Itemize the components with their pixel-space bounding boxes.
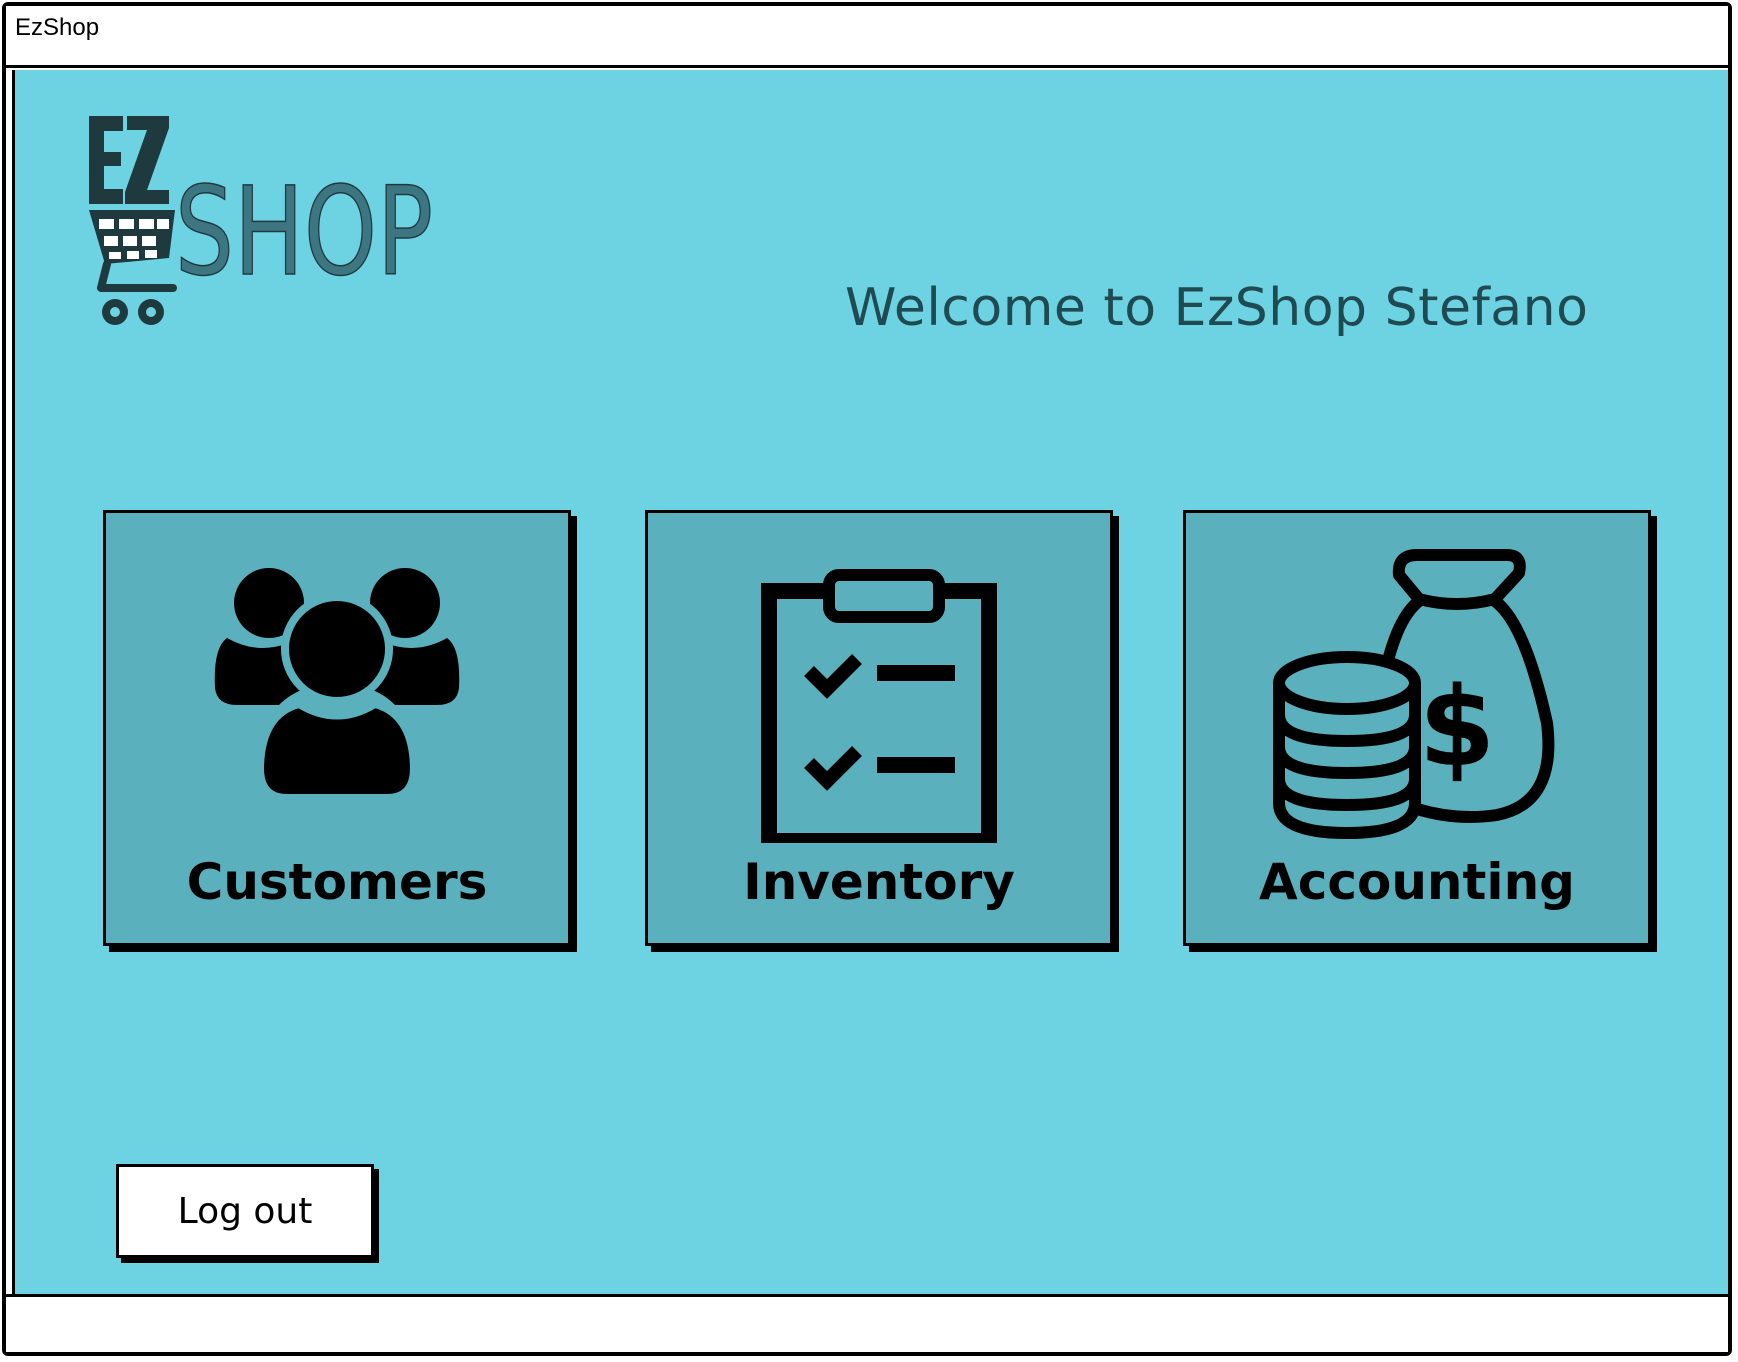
logout-button[interactable]: Log out xyxy=(116,1164,374,1258)
welcome-message: Welcome to EzShop Stefano xyxy=(845,278,1589,338)
window-title: EzShop xyxy=(15,14,100,41)
clipboard-checklist-icon xyxy=(761,569,997,843)
customers-label: Customers xyxy=(186,853,488,911)
main-content: SHOP Welcome to EzShop Stefano Customers… xyxy=(12,70,1730,1296)
title-bar: EzShop xyxy=(6,6,1728,68)
users-icon xyxy=(214,568,460,800)
status-bar xyxy=(6,1294,1728,1352)
customers-button[interactable]: Customers xyxy=(103,510,571,946)
inventory-button[interactable]: Inventory xyxy=(645,510,1113,946)
ezshop-logo: SHOP xyxy=(89,116,434,325)
logo-shop-text: SHOP xyxy=(175,161,433,303)
app-window: EzShop SHOP Welcome to EzShop Stefano Cu… xyxy=(2,2,1732,1356)
inventory-label: Inventory xyxy=(743,853,1015,911)
accounting-button[interactable]: $ Accounting xyxy=(1183,510,1651,946)
money-bag-coins-icon: $ xyxy=(1273,549,1555,840)
accounting-label: Accounting xyxy=(1259,853,1575,911)
svg-text:$: $ xyxy=(1419,663,1496,791)
